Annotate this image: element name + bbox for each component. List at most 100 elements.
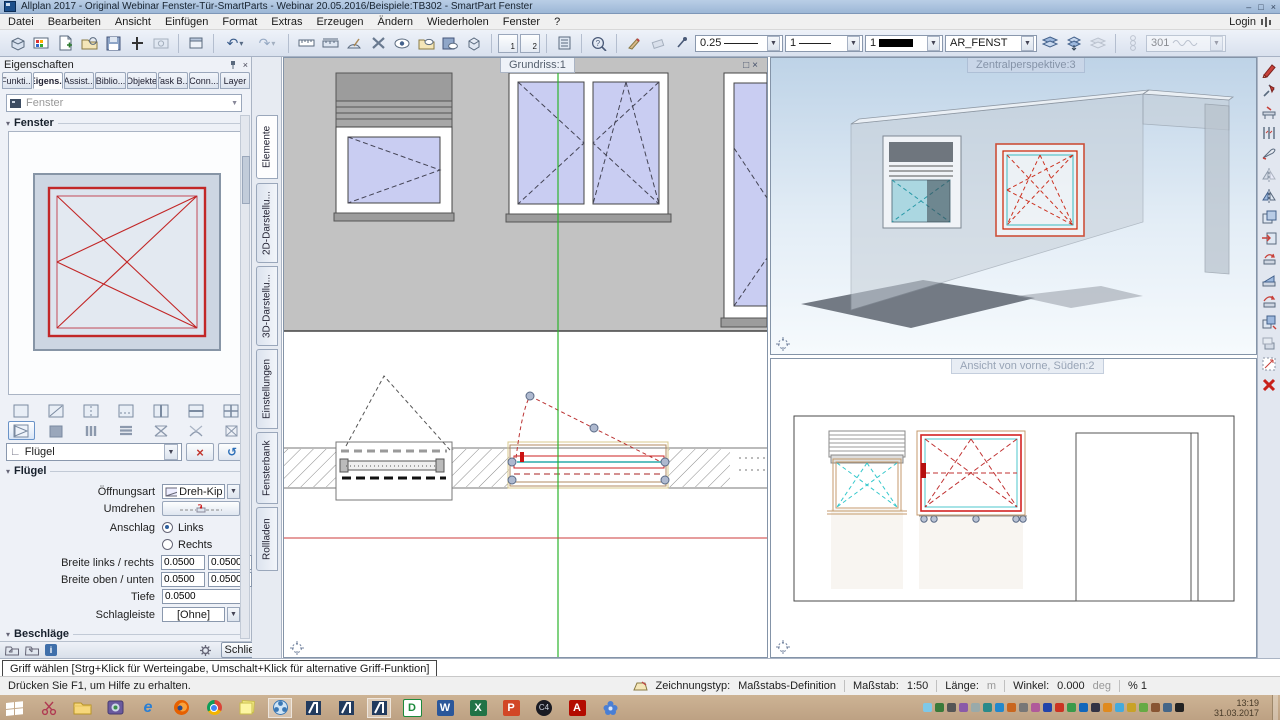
login-menu[interactable]: Login — [1229, 16, 1256, 28]
incline-tool-icon[interactable] — [1259, 270, 1279, 290]
open-settings-icon[interactable] — [415, 33, 437, 54]
viewport-tab-ansicht-vorne[interactable]: Ansicht von vorne, Süden:2 — [951, 359, 1104, 374]
menu-erzeugen[interactable]: Erzeugen — [316, 16, 363, 28]
line-type-combo[interactable]: 1 ▼ — [785, 34, 863, 52]
laenge-value[interactable]: m — [987, 680, 996, 692]
delete-tool-icon[interactable] — [1259, 375, 1279, 395]
tray-icon[interactable] — [1043, 703, 1052, 712]
tray-icon[interactable] — [1163, 703, 1172, 712]
tray-icon[interactable] — [1019, 703, 1028, 712]
allplan-icon-1[interactable] — [301, 698, 325, 718]
tab-connect[interactable]: Conn... — [188, 72, 219, 89]
show-desktop-button[interactable] — [1272, 695, 1278, 720]
menu-format[interactable]: Format — [222, 16, 257, 28]
cinema4d-icon[interactable]: C4 — [532, 698, 556, 718]
tray-icon[interactable] — [1175, 703, 1184, 712]
move-into-document-icon[interactable] — [1259, 228, 1279, 248]
view-layout-2-button[interactable]: 2 — [520, 33, 540, 53]
wintype-cross-button[interactable] — [147, 421, 174, 440]
show-hide-icon[interactable] — [391, 33, 413, 54]
tray-icon[interactable] — [983, 703, 992, 712]
move-element-icon[interactable] — [1259, 333, 1279, 353]
chevron-down-icon[interactable]: ▼ — [927, 35, 940, 51]
tray-icon[interactable] — [1007, 703, 1016, 712]
save-favorite-icon[interactable] — [25, 644, 40, 656]
tray-icon[interactable] — [923, 703, 932, 712]
side-tab-2d-darstellung[interactable]: 2D-Darstellu... — [256, 183, 278, 263]
chevron-down-icon[interactable]: ▼ — [227, 607, 240, 622]
menu-fenster[interactable]: Fenster — [503, 16, 540, 28]
wintype-kipp-button[interactable] — [182, 421, 209, 440]
gear-icon[interactable] — [199, 644, 212, 657]
tools-icon[interactable] — [367, 33, 389, 54]
image-viewer-icon[interactable] — [103, 698, 127, 718]
maximize-icon[interactable]: □ — [1258, 2, 1263, 12]
wintype-fixed-button[interactable] — [43, 421, 70, 440]
close-icon[interactable]: × — [1271, 2, 1276, 12]
tray-icon[interactable] — [1031, 703, 1040, 712]
wintype-two-pane-button[interactable] — [147, 401, 174, 420]
viewport-tab-grundriss[interactable]: Grundriss:1 — [500, 58, 575, 73]
bend-tool-icon[interactable] — [1259, 291, 1279, 311]
scrollbar-thumb[interactable] — [242, 156, 250, 204]
chevron-down-icon[interactable]: ▼ — [1021, 35, 1034, 51]
taskbar-clock[interactable]: 13:19 31.03.2017 — [1201, 698, 1259, 718]
line-color-combo[interactable]: 1 ▼ — [865, 34, 943, 52]
panel-close-icon[interactable]: × — [243, 60, 248, 70]
knife-tool-icon[interactable] — [1259, 144, 1279, 164]
measure-icon[interactable] — [295, 33, 317, 54]
tab-bibliothek[interactable]: Biblio... — [95, 72, 126, 89]
open-project-icon[interactable] — [78, 33, 100, 54]
info-icon[interactable]: i — [45, 644, 57, 656]
menu-einfuegen[interactable]: Einfügen — [165, 16, 208, 28]
color-palette-icon[interactable] — [30, 33, 52, 54]
tray-icon[interactable] — [1103, 703, 1112, 712]
tray-icon[interactable] — [947, 703, 956, 712]
viewport-grundriss[interactable]: Grundriss:1 □× — [283, 57, 768, 658]
tray-icon[interactable] — [1055, 703, 1064, 712]
file-explorer-icon[interactable] — [70, 698, 94, 718]
excel-icon[interactable]: X — [466, 698, 490, 718]
wintype-dreh-button[interactable] — [8, 421, 35, 440]
menu-ansicht[interactable]: Ansicht — [115, 16, 151, 28]
section-fluegel[interactable]: ▾ Flügel — [6, 465, 244, 477]
workbench-tool-icon[interactable] — [1259, 102, 1279, 122]
layer-list-icon[interactable] — [553, 33, 575, 54]
viewport-zentralperspektive[interactable]: Zentralperspektive:3 — [770, 57, 1257, 355]
rotate-tool-icon[interactable] — [1259, 249, 1279, 269]
side-tab-fensterbank[interactable]: Fensterbank — [256, 432, 278, 504]
wintype-horizontal-split-button[interactable] — [182, 401, 209, 420]
side-tab-einstellungen[interactable]: Einstellungen — [256, 349, 278, 429]
tab-taskboard[interactable]: Task B... — [157, 72, 188, 89]
chevron-down-icon[interactable]: ▼ — [767, 35, 780, 51]
menu-aendern[interactable]: Ändern — [378, 16, 413, 28]
powerpoint-icon[interactable]: P — [499, 698, 523, 718]
section-beschlaege[interactable]: ▾ Beschläge — [6, 628, 244, 640]
mirror-tool-icon[interactable] — [1259, 186, 1279, 206]
menu-bearbeiten[interactable]: Bearbeiten — [48, 16, 101, 28]
tape-measure-icon[interactable] — [319, 33, 341, 54]
layer-stack-icon[interactable] — [1039, 33, 1061, 54]
redo-icon[interactable]: ↷ ▾ — [252, 33, 282, 54]
tab-funktionen[interactable]: Funkti... — [2, 72, 33, 89]
view-layout-1-button[interactable]: 1 — [498, 33, 518, 53]
start-button[interactable] — [2, 698, 28, 718]
winkel-value[interactable]: 0.000 — [1057, 680, 1085, 692]
zeichnungstyp-value[interactable]: Maßstabs-Definition — [738, 680, 836, 692]
save-settings-icon[interactable] — [439, 33, 461, 54]
tray-icon[interactable] — [1067, 703, 1076, 712]
load-favorite-icon[interactable] — [5, 644, 20, 656]
layer-free-icon[interactable] — [1087, 33, 1109, 54]
duplicate-tool-icon[interactable] — [1259, 312, 1279, 332]
allplan-icon-2[interactable] — [334, 698, 358, 718]
save-icon[interactable] — [102, 33, 124, 54]
hatchet-tool-icon[interactable] — [1259, 81, 1279, 101]
breite-links-input[interactable] — [161, 555, 205, 570]
panel-scrollbar[interactable] — [240, 115, 250, 639]
wintype-horizontal-bars-button[interactable] — [113, 421, 140, 440]
pipette-icon[interactable] — [671, 33, 693, 54]
print-preview-icon[interactable] — [150, 33, 172, 54]
acdsee-icon[interactable] — [598, 698, 622, 718]
sticky-notes-icon[interactable] — [235, 698, 259, 718]
minimize-icon[interactable]: – — [1246, 2, 1251, 12]
